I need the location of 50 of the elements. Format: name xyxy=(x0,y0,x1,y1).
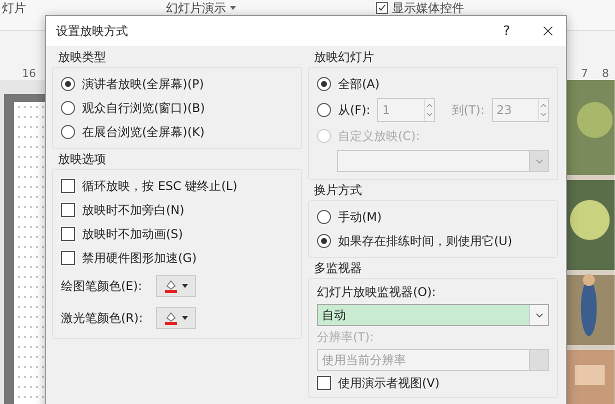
monitor-select[interactable]: 自动 xyxy=(317,304,549,326)
ribbon-checkbox[interactable] xyxy=(376,2,388,14)
dialog-title: 设置放映方式 xyxy=(56,22,129,40)
color-label: 绘图笔颜色(E): xyxy=(61,278,143,294)
radio-label: 从(F): xyxy=(338,102,370,118)
radio-label: 自定义放映(C): xyxy=(338,128,420,144)
help-button[interactable]: ? xyxy=(503,24,510,38)
ribbon-label: 灯片 xyxy=(2,0,26,16)
group-title: 换片方式 xyxy=(313,182,363,198)
checkbox[interactable] xyxy=(61,203,75,217)
group-title: 多监视器 xyxy=(313,260,363,276)
checkbox-label: 放映时不加旁白(N) xyxy=(82,202,184,218)
ruler-number: 16 xyxy=(22,66,36,80)
pen-color-button[interactable] xyxy=(156,275,196,297)
radio-label: 演讲者放映(全屏幕)(P) xyxy=(82,76,204,92)
ruler-number: 7 xyxy=(581,66,588,80)
radio-button[interactable] xyxy=(317,103,331,117)
checkbox[interactable] xyxy=(61,227,75,241)
checkbox[interactable] xyxy=(317,376,331,390)
radio-label: 观众自行浏览(窗口)(B) xyxy=(82,100,205,116)
ribbon-checkbox-label: 显示媒体控件 xyxy=(392,0,464,16)
group-title: 放映幻灯片 xyxy=(313,49,375,65)
radio-button[interactable] xyxy=(317,77,331,91)
radio-button[interactable] xyxy=(317,210,331,224)
checkbox-label: 使用演示者视图(V) xyxy=(338,374,440,392)
to-label: 到(T): xyxy=(452,102,485,118)
caret-icon xyxy=(182,316,188,320)
radio-label: 手动(M) xyxy=(338,208,382,226)
ruler-number: 8 xyxy=(602,66,609,80)
caret-icon xyxy=(230,6,236,10)
radio-button[interactable] xyxy=(317,234,331,248)
radio-button[interactable] xyxy=(61,77,75,91)
radio-label: 在展台浏览(全屏幕)(K) xyxy=(82,124,205,140)
radio-button[interactable] xyxy=(61,125,75,139)
resolution-label: 分辨率(T): xyxy=(317,329,375,346)
checkbox[interactable] xyxy=(61,179,75,193)
pen-color-button[interactable] xyxy=(156,307,196,329)
checkbox-label: 放映时不加动画(S) xyxy=(82,226,183,242)
radio-label: 如果存在排练时间，则使用它(U) xyxy=(338,232,512,250)
slideshow-dropdown[interactable]: 幻灯片演示 xyxy=(166,0,226,16)
checkbox-label: 禁用硬件图形加速(G) xyxy=(82,250,197,266)
radio-button[interactable] xyxy=(61,101,75,115)
monitor-label: 幻灯片放映监视器(O): xyxy=(317,284,437,301)
checkbox-label: 循环放映，按 ESC 键终止(L) xyxy=(82,178,238,194)
group-title: 放映选项 xyxy=(57,151,107,167)
caret-icon xyxy=(182,284,188,288)
radio-label: 全部(A) xyxy=(338,76,380,92)
color-label: 激光笔颜色(R): xyxy=(61,310,144,326)
checkbox[interactable] xyxy=(61,251,75,265)
group-title: 放映类型 xyxy=(57,49,107,65)
